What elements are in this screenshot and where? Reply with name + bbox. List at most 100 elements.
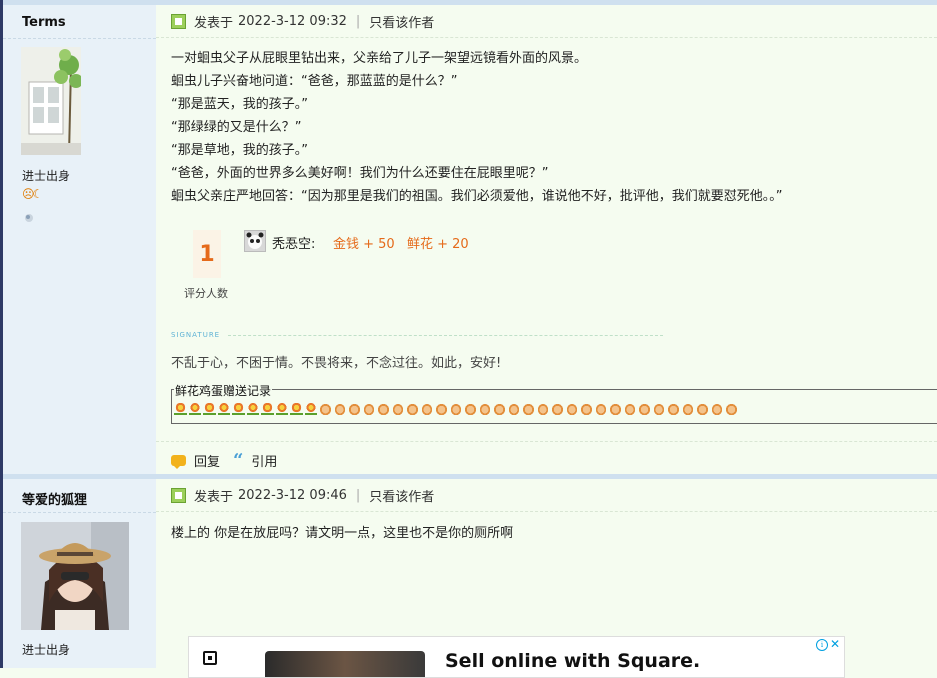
author-rank: 进士出身 <box>22 169 71 183</box>
egg-icon <box>551 403 564 415</box>
egg-icon <box>478 403 491 415</box>
signature-divider <box>228 335 663 336</box>
quote-icon: “ <box>233 449 244 471</box>
content-line: 一对蛔虫父子从屁眼里钻出来，父亲给了儿子一架望远镜看外面的风景。 <box>171 51 588 66</box>
reply-label: 回复 <box>194 455 221 470</box>
author-sidebar: Terms 进士出身 ☹☾ <box>3 5 156 474</box>
egg-icon <box>406 403 419 415</box>
egg-icon <box>594 403 607 415</box>
post-status-icon <box>171 487 186 503</box>
ad-info-icon[interactable]: i <box>816 639 828 651</box>
egg-icon <box>464 403 477 415</box>
signature-tag: SIGNATURE <box>171 331 221 339</box>
square-logo-icon <box>203 651 217 665</box>
egg-icon <box>348 403 361 415</box>
header-divider <box>156 511 937 512</box>
content-line: “那是蓝天，我的孩子。” <box>171 97 308 112</box>
egg-icon <box>609 403 622 415</box>
egg-icon <box>667 403 680 415</box>
author-rank: 进士出身 <box>22 643 71 657</box>
ad-close-icon[interactable]: ✕ <box>830 637 840 651</box>
egg-icon <box>565 403 578 415</box>
egg-icon <box>696 403 709 415</box>
signature-text: 不乱于心，不困于情。不畏将来，不念过往。如此，安好! <box>171 356 502 371</box>
author-name[interactable]: Terms <box>22 15 66 30</box>
header-divider <box>156 37 937 38</box>
rating-count-label: 评分人数 <box>184 287 228 300</box>
only-author-link[interactable]: 只看该作者 <box>369 12 434 31</box>
advertisement-banner[interactable]: Sell online with Square. i ✕ <box>188 636 845 678</box>
flower-icon <box>217 403 230 415</box>
egg-icon <box>493 403 506 415</box>
egg-icon <box>319 403 332 415</box>
author-sidebar: 等爱的狐狸 进士出身 <box>3 479 156 668</box>
ad-image <box>265 651 425 677</box>
egg-icon <box>652 403 665 415</box>
gift-icons <box>174 403 738 415</box>
content-line: “那绿绿的又是什么？” <box>171 120 302 135</box>
quote-button[interactable]: “ 引用 <box>233 451 277 470</box>
content-line: 楼上的 你是在放屁吗？请文明一点，这里也不是你的厕所啊 <box>171 526 514 541</box>
posted-label: 发表于 <box>194 15 234 31</box>
online-status-icon <box>25 214 33 222</box>
egg-icon <box>507 403 520 415</box>
actions-divider <box>156 441 937 442</box>
egg-icon <box>362 403 375 415</box>
egg-icon <box>638 403 651 415</box>
rating-count[interactable]: 1 <box>193 230 221 278</box>
post-1: Terms 进士出身 ☹☾ 发表于 2022-3-12 09:32 | 只看该作… <box>3 0 937 474</box>
reply-button[interactable]: 回复 <box>171 451 220 470</box>
egg-icon <box>522 403 535 415</box>
gift-record-legend: 鲜花鸡蛋赠送记录 <box>174 382 273 399</box>
flower-icon <box>232 403 245 415</box>
reward-money: 金钱 + 50 <box>333 237 395 252</box>
content-line: 蛔虫儿子兴奋地问道：“爸爸，那蓝蓝的是什么？” <box>171 74 458 89</box>
egg-icon <box>725 403 738 415</box>
flower-icon <box>188 403 201 415</box>
egg-icon <box>377 403 390 415</box>
post-content: 一对蛔虫父子从屁眼里钻出来，父亲给了儿子一架望远镜看外面的风景。 蛔虫儿子兴奋地… <box>171 47 782 208</box>
rater-name[interactable]: 秃忢空: <box>272 233 315 252</box>
egg-icon <box>449 403 462 415</box>
reward-flowers: 鲜花 + 20 <box>407 237 469 252</box>
content-line: “爸爸，外面的世界多么美好啊！我们为什么还要住在屁眼里呢？” <box>171 166 549 181</box>
post-datetime: 2022-3-12 09:46 <box>238 487 347 503</box>
post-datetime: 2022-3-12 09:32 <box>238 13 347 29</box>
flower-icon <box>174 403 187 415</box>
egg-icon <box>536 403 549 415</box>
author-name[interactable]: 等爱的狐狸 <box>22 489 87 508</box>
post-content: 楼上的 你是在放屁吗？请文明一点，这里也不是你的厕所啊 <box>171 522 513 545</box>
post-status-icon <box>171 13 186 29</box>
sidebar-divider <box>3 38 156 39</box>
post-actions: 回复 “ 引用 <box>171 451 290 470</box>
post-header: 发表于 2022-3-12 09:32 | 只看该作者 <box>171 12 434 31</box>
post-main: 发表于 2022-3-12 09:32 | 只看该作者 一对蛔虫父子从屁眼里钻出… <box>156 5 937 474</box>
egg-icon <box>420 403 433 415</box>
avatar[interactable] <box>21 47 83 156</box>
egg-icon <box>435 403 448 415</box>
flower-icon <box>261 403 274 415</box>
only-author-link[interactable]: 只看该作者 <box>369 486 434 505</box>
egg-icon <box>391 403 404 415</box>
egg-icon <box>623 403 636 415</box>
header-pipe: | <box>355 487 361 503</box>
flower-icon <box>290 403 303 415</box>
egg-icon <box>710 403 723 415</box>
posted-label: 发表于 <box>194 489 234 505</box>
header-pipe: | <box>355 13 361 29</box>
content-line: 蛔虫父亲庄严地回答：“因为那里是我们的祖国。我们必须爱他，谁说他不好，批评他，我… <box>171 189 783 204</box>
flower-icon <box>275 403 288 415</box>
flower-icon <box>246 403 259 415</box>
medal-icons: ☹☾ <box>22 187 43 201</box>
avatar[interactable] <box>21 522 129 630</box>
content-line: “那是草地，我的孩子。” <box>171 143 308 158</box>
sidebar-divider <box>3 512 156 513</box>
flower-icon <box>304 403 317 415</box>
rater-avatar[interactable] <box>244 230 266 252</box>
gift-record-box: 鲜花鸡蛋赠送记录 <box>171 382 937 424</box>
flower-icon <box>203 403 216 415</box>
egg-icon <box>333 403 346 415</box>
post-header: 发表于 2022-3-12 09:46 | 只看该作者 <box>171 486 434 505</box>
quote-label: 引用 <box>251 455 278 470</box>
ad-headline[interactable]: Sell online with Square. <box>445 650 700 672</box>
